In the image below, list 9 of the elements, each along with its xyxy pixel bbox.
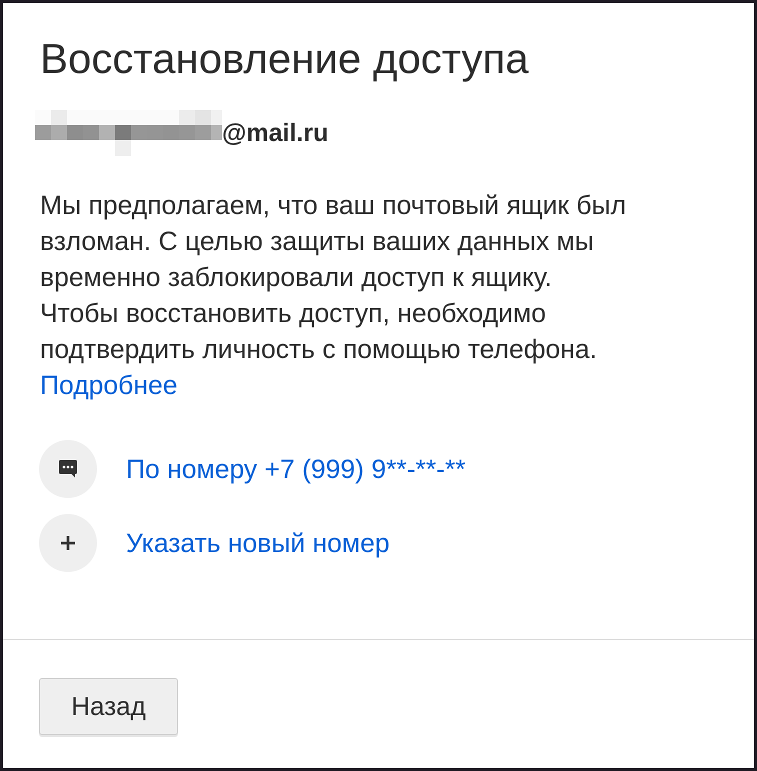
dialog-title: Восстановление доступа xyxy=(40,34,530,84)
recovery-option-link[interactable]: Указать новый номер xyxy=(126,528,390,558)
message-text: Мы предполагаем, что ваш почтовый ящик был взломан. С целью защиты ваших данных мы временно заблокировали доступ к ящику. Чтобы восстановить доступ, необходимо подтвердить личность с помощью телефона. xyxy=(40,189,628,366)
more-info-link[interactable]: Подробнее xyxy=(40,367,178,403)
email-address: @mail.ru xyxy=(222,118,328,148)
recovery-option-link[interactable]: По номеру +7 (999) 9**-**-** xyxy=(126,454,466,484)
back-button[interactable]: Назад xyxy=(39,678,178,735)
plus-icon xyxy=(39,514,97,572)
chat-bubble-icon xyxy=(39,440,97,498)
